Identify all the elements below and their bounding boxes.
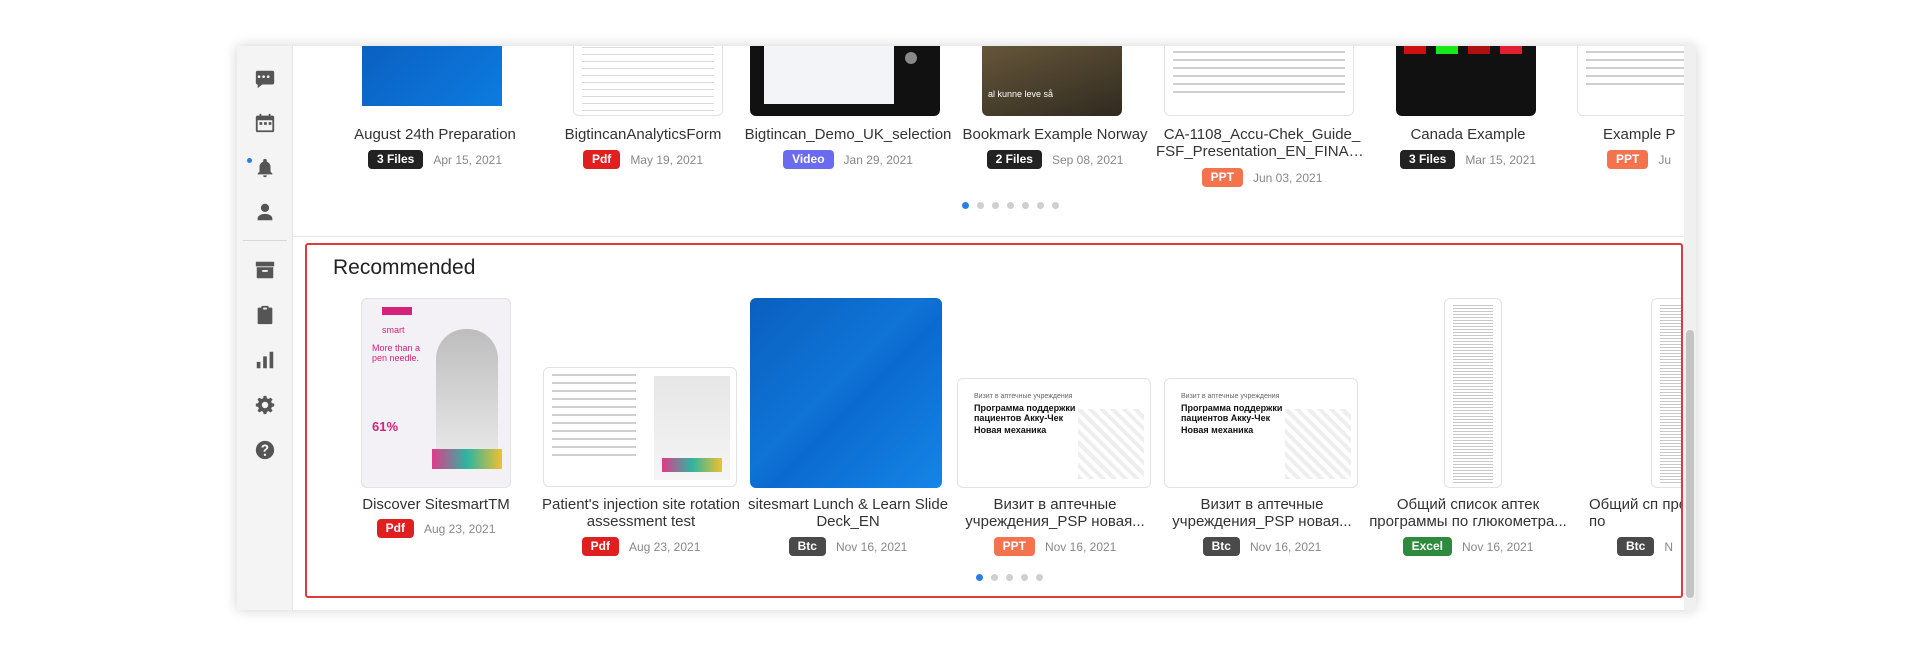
type-badge: PPT	[1607, 150, 1649, 169]
card-title: BigtincanAnalyticsForm	[564, 126, 722, 143]
thumbnail: al kunne leve så	[982, 46, 1122, 116]
thumbnail	[1651, 298, 1682, 488]
gear-icon[interactable]	[251, 391, 279, 419]
card-date: Apr 15, 2021	[433, 152, 503, 167]
top-row-pager	[962, 202, 1059, 209]
recommended-heading: Recommended	[333, 256, 476, 279]
type-badge: Excel	[1402, 537, 1452, 556]
clipboard-icon[interactable]	[251, 301, 279, 329]
thumbnail	[1396, 46, 1536, 116]
card-date: Nov 16, 2021	[835, 539, 908, 554]
card-date: Jun 03, 2021	[1252, 170, 1323, 185]
card-date: Nov 16, 2021	[1249, 539, 1322, 554]
pager-dot[interactable]	[992, 202, 999, 209]
scroll-thumb[interactable]	[1686, 330, 1694, 598]
card-title: Patient's injection site rotation assess…	[542, 496, 740, 530]
card-title: Общий сп программы по	[1589, 496, 1682, 530]
pager-dot[interactable]	[1022, 202, 1029, 209]
nav-rail	[237, 46, 293, 610]
pager-dot[interactable]	[962, 202, 969, 209]
card-date: May 19, 2021	[630, 152, 704, 167]
type-badge: Video	[783, 150, 834, 169]
pager-dot[interactable]	[1052, 202, 1059, 209]
pager-dot[interactable]	[1006, 574, 1013, 581]
type-badge: Pdf	[581, 537, 619, 556]
type-badge: Btc	[788, 537, 826, 556]
pager-dot[interactable]	[1021, 574, 1028, 581]
thumbnail: Визит в аптечные учреждения Программа по…	[1164, 378, 1358, 488]
thumbnail	[1444, 298, 1502, 488]
card-date: Ju	[1658, 152, 1672, 167]
card-date: Nov 16, 2021	[1461, 539, 1534, 554]
type-badge: 3 Files	[1399, 150, 1456, 169]
app-window: August 24th Preparation 3 Files Apr 15, …	[237, 46, 1696, 610]
thumbnail	[750, 298, 942, 488]
card-date: Jan 29, 2021	[843, 152, 913, 167]
card-title: Discover SitesmartTM	[362, 496, 510, 513]
type-badge: Pdf	[376, 519, 414, 538]
pager-dot[interactable]	[1037, 202, 1044, 209]
thumbnail: Визит в аптечные учреждения Программа по…	[957, 378, 1151, 488]
thumbnail	[1164, 46, 1354, 116]
card-title: Визит в аптечные учреждения_PSP новая...	[965, 496, 1145, 530]
card-date: Sep 08, 2021	[1051, 152, 1124, 167]
card-date: Mar 15, 2021	[1465, 152, 1537, 167]
pager-dot[interactable]	[977, 202, 984, 209]
card-title: sitesmart Lunch & Learn Slide Deck_EN	[747, 496, 949, 530]
recommended-pager	[976, 574, 1043, 581]
nav-divider	[243, 240, 287, 241]
calendar-icon[interactable]	[251, 109, 279, 137]
type-badge: 2 Files	[986, 150, 1042, 169]
card-title: Canada Example	[1410, 126, 1526, 143]
card-title: Общий список аптек программы по глюкомет…	[1369, 496, 1567, 530]
thumbnail: smart More than a pen needle. 61%	[361, 298, 511, 488]
type-badge: Btc	[1617, 537, 1655, 556]
type-badge: Btc	[1202, 537, 1240, 556]
card-title: Bookmark Example Norway	[962, 126, 1148, 143]
archive-icon[interactable]	[251, 256, 279, 284]
user-icon[interactable]	[251, 198, 279, 226]
card-title: Bigtincan_Demo_UK_selection	[744, 126, 952, 143]
help-icon[interactable]	[251, 436, 279, 464]
card-title: August 24th Preparation	[354, 126, 516, 143]
thumbnail	[573, 46, 723, 116]
card-title: Визит в аптечные учреждения_PSP новая...	[1172, 496, 1352, 530]
scrollbar[interactable]	[1684, 46, 1696, 610]
pager-dot[interactable]	[991, 574, 998, 581]
type-badge: PPT	[1201, 168, 1243, 187]
thumbnail	[337, 46, 527, 116]
type-badge: 3 Files	[367, 150, 424, 169]
pager-dot[interactable]	[1007, 202, 1014, 209]
file-card[interactable]: Example P PPT Ju	[1577, 46, 1684, 186]
card-date: Aug 23, 2021	[628, 539, 701, 554]
type-badge: Pdf	[582, 150, 621, 169]
bell-icon[interactable]	[251, 154, 279, 182]
thumbnail	[543, 367, 737, 487]
type-badge: PPT	[993, 537, 1035, 556]
bar-chart-icon[interactable]	[251, 346, 279, 374]
file-card[interactable]: Общий сп программы по Btc N	[1577, 298, 1682, 558]
card-title: Example P	[1603, 126, 1676, 143]
card-date: Nov 16, 2021	[1044, 539, 1117, 554]
card-date: N	[1664, 539, 1674, 554]
thumbnail	[1577, 46, 1684, 116]
card-title: CA-1108_Accu-Chek_Guide_ FSF_Presentatio…	[1156, 126, 1368, 160]
section-divider	[293, 236, 1684, 237]
pager-dot[interactable]	[976, 574, 983, 581]
chat-icon[interactable]	[251, 65, 279, 93]
pager-dot[interactable]	[1036, 574, 1043, 581]
card-date: Aug 23, 2021	[423, 521, 496, 536]
thumbnail	[750, 46, 940, 116]
